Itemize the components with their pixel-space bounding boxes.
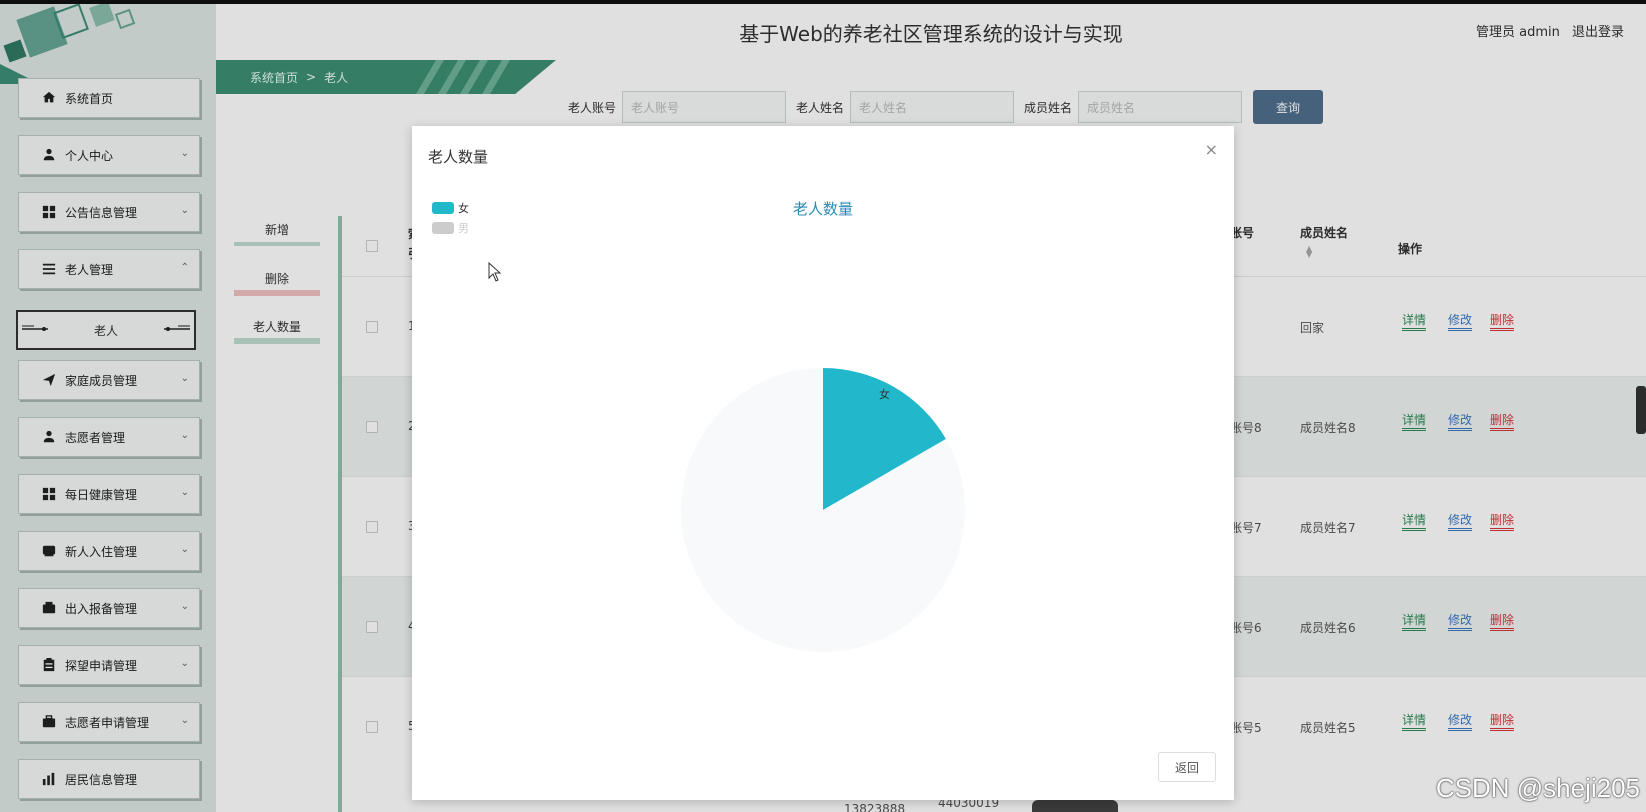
mouse-cursor-icon <box>488 262 502 282</box>
back-button[interactable]: 返回 <box>1158 752 1216 782</box>
slice-label: 女 <box>879 387 890 401</box>
pie-chart: 女 <box>681 368 965 652</box>
app-window: 系统首页 个人中心 ⌄ 公告信息管理 ⌄ 老人管理 ⌃ 家庭成员管理 ⌄ 志愿者管理 ⌄ 每日健康管理… <box>0 0 1646 812</box>
elder-count-dialog: 老人数量 × 老人数量 女男 女 返回 <box>412 126 1234 800</box>
watermark: CSDN @sheji205 <box>1435 773 1640 803</box>
